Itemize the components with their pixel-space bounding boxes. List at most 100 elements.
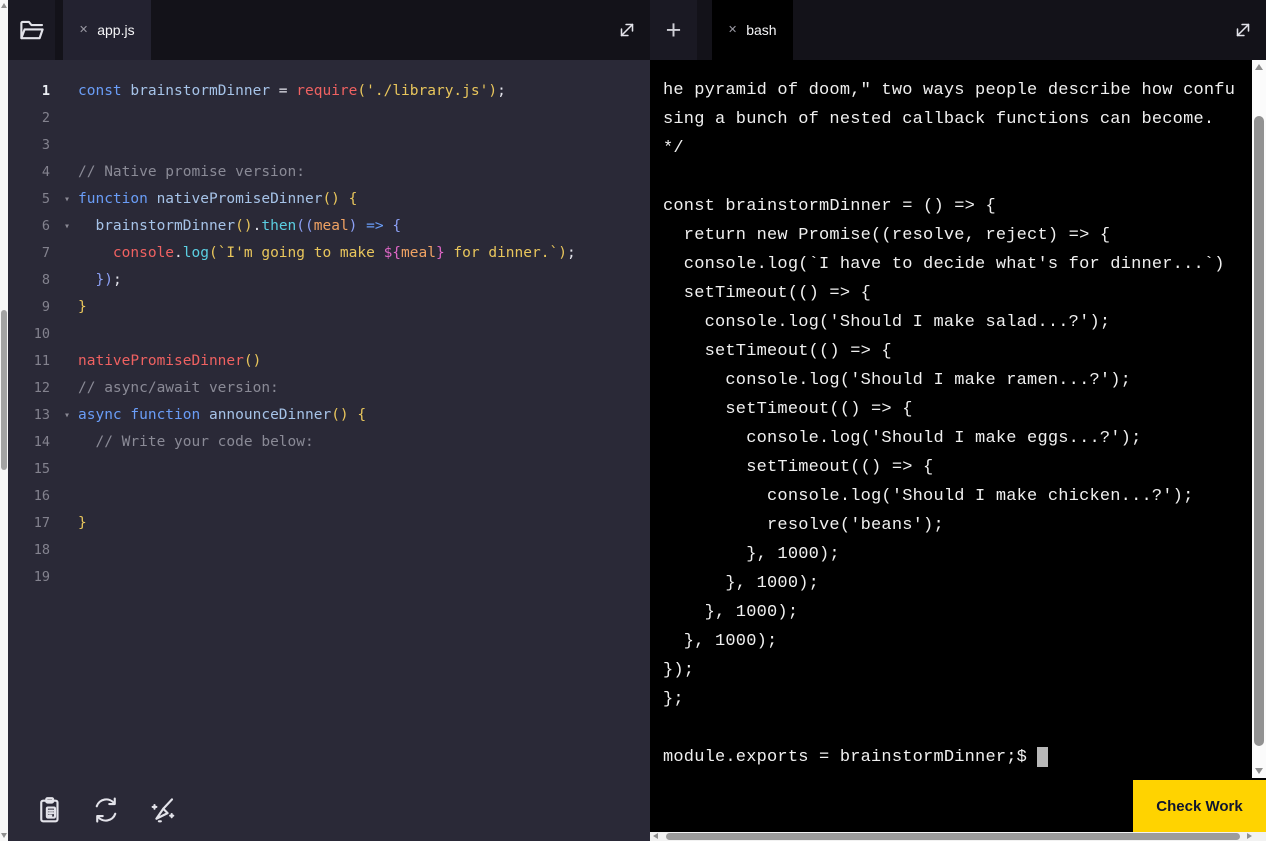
code-line: 10 bbox=[8, 321, 650, 348]
code-line: 2 bbox=[8, 105, 650, 132]
code-line: 4// Native promise version: bbox=[8, 159, 650, 186]
terminal-header: + ✕ bash bbox=[650, 0, 1266, 60]
scroll-up-arrow-icon[interactable] bbox=[1255, 64, 1263, 70]
terminal-line: return new Promise((resolve, reject) => … bbox=[663, 226, 1111, 245]
code-line: 5 ▾ function nativePromiseDinner() { bbox=[8, 186, 650, 213]
editor-expand-button[interactable] bbox=[604, 0, 650, 60]
code-line: 13 ▾ async function announceDinner() { bbox=[8, 402, 650, 429]
terminal-line: console.log('Should I make chicken...?')… bbox=[663, 487, 1194, 506]
new-terminal-button[interactable]: + bbox=[650, 0, 697, 60]
line-number: 15 bbox=[33, 461, 50, 477]
code-line: 15 bbox=[8, 456, 650, 483]
terminal-line: setTimeout(() => { bbox=[663, 342, 892, 361]
line-number: 18 bbox=[33, 542, 50, 558]
line-number: 16 bbox=[33, 488, 50, 504]
file-tree-button[interactable] bbox=[8, 0, 55, 60]
scroll-right-arrow-icon[interactable] bbox=[1247, 833, 1252, 839]
code-line: 9} bbox=[8, 294, 650, 321]
fold-arrow-icon[interactable]: ▾ bbox=[56, 402, 78, 429]
code-line: 14 // Write your code below: bbox=[8, 429, 650, 456]
line-number: 11 bbox=[33, 353, 50, 369]
clipboard-icon bbox=[40, 797, 59, 823]
terminal-line: }); bbox=[663, 661, 695, 680]
terminal-line: }, 1000); bbox=[663, 574, 820, 593]
code-line: 6 ▾ brainstormDinner().then((meal) => { bbox=[8, 213, 650, 240]
terminal-line: }, 1000); bbox=[663, 603, 799, 622]
tab-bash[interactable]: ✕ bash bbox=[712, 0, 793, 60]
terminal-line: */ bbox=[663, 139, 684, 158]
editor-header: ✕ app.js bbox=[8, 0, 650, 60]
line-number: 13 bbox=[33, 407, 50, 423]
terminal-line: he pyramid of doom," two ways people des… bbox=[663, 81, 1236, 100]
terminal-line: setTimeout(() => { bbox=[663, 400, 913, 419]
line-number: 1 bbox=[41, 83, 50, 99]
terminal-line: resolve('beans'); bbox=[663, 516, 944, 535]
reset-code-button[interactable] bbox=[90, 794, 122, 826]
terminal-vertical-scrollbar[interactable] bbox=[1252, 60, 1266, 778]
terminal-line: setTimeout(() => { bbox=[663, 284, 872, 303]
terminal-line: console.log('Should I make eggs...?'); bbox=[663, 429, 1142, 448]
terminal-prompt-line: module.exports = brainstormDinner;$ bbox=[663, 743, 1265, 772]
code-editor[interactable]: 1 const brainstormDinner = require('./lib… bbox=[8, 60, 650, 779]
close-icon[interactable]: ✕ bbox=[79, 24, 88, 36]
terminal-line: setTimeout(() => { bbox=[663, 458, 934, 477]
folder-icon bbox=[19, 20, 44, 40]
terminal-header-spacer bbox=[793, 0, 1220, 60]
tab-label: bash bbox=[746, 22, 777, 38]
terminal-footer: Check Work bbox=[650, 780, 1266, 832]
line-number: 17 bbox=[33, 515, 50, 531]
fold-arrow-icon[interactable]: ▾ bbox=[56, 186, 78, 213]
code-line: 12// async/await version: bbox=[8, 375, 650, 402]
check-work-button[interactable]: Check Work bbox=[1133, 780, 1266, 832]
tab-app-js[interactable]: ✕ app.js bbox=[63, 0, 151, 60]
horizontal-scrollbar-thumb[interactable] bbox=[666, 833, 1240, 840]
line-number: 8 bbox=[41, 272, 50, 288]
line-number: 2 bbox=[41, 110, 50, 126]
terminal-output[interactable]: he pyramid of doom," two ways people des… bbox=[650, 60, 1265, 796]
line-number: 3 bbox=[41, 137, 50, 153]
line-number: 10 bbox=[33, 326, 50, 342]
terminal-line: sing a bunch of nested callback function… bbox=[663, 110, 1215, 129]
terminal-scrollbar-thumb[interactable] bbox=[1254, 116, 1264, 746]
terminal-expand-button[interactable] bbox=[1220, 0, 1266, 60]
line-number: 7 bbox=[41, 245, 50, 261]
terminal-line: }; bbox=[663, 690, 684, 709]
format-code-button[interactable] bbox=[146, 794, 178, 826]
code-line: 19 bbox=[8, 564, 650, 591]
code-line: 1 const brainstormDinner = require('./lib… bbox=[8, 78, 650, 105]
broom-icon bbox=[151, 798, 175, 823]
plus-icon: + bbox=[665, 14, 682, 45]
close-icon[interactable]: ✕ bbox=[728, 24, 737, 36]
line-number: 12 bbox=[33, 380, 50, 396]
expand-icon bbox=[620, 23, 634, 37]
terminal-panel: + ✕ bash he pyramid of doom," two ways p… bbox=[650, 0, 1266, 841]
fold-arrow-icon[interactable]: ▾ bbox=[56, 213, 78, 240]
scroll-down-arrow-icon[interactable] bbox=[1, 833, 7, 838]
terminal-horizontal-scrollbar[interactable] bbox=[650, 832, 1266, 841]
scroll-up-arrow-icon[interactable] bbox=[1, 3, 7, 8]
codecademy-workspace: ✕ app.js 1 const brainstormDinner = requi… bbox=[0, 0, 1266, 841]
code-line: 3 bbox=[8, 132, 650, 159]
terminal-line: const brainstormDinner = () => { bbox=[663, 197, 996, 216]
code-line: 7 console.log(`I'm going to make ${meal}… bbox=[8, 240, 650, 267]
copy-code-button[interactable] bbox=[34, 794, 66, 826]
line-number: 6 bbox=[41, 218, 50, 234]
page-scrollbar-thumb[interactable] bbox=[1, 310, 7, 470]
scroll-down-arrow-icon[interactable] bbox=[1255, 768, 1263, 774]
scroll-left-arrow-icon[interactable] bbox=[653, 833, 658, 839]
code-line: 17} bbox=[8, 510, 650, 537]
page-vertical-scrollbar[interactable] bbox=[0, 0, 8, 841]
line-number: 19 bbox=[33, 569, 50, 585]
